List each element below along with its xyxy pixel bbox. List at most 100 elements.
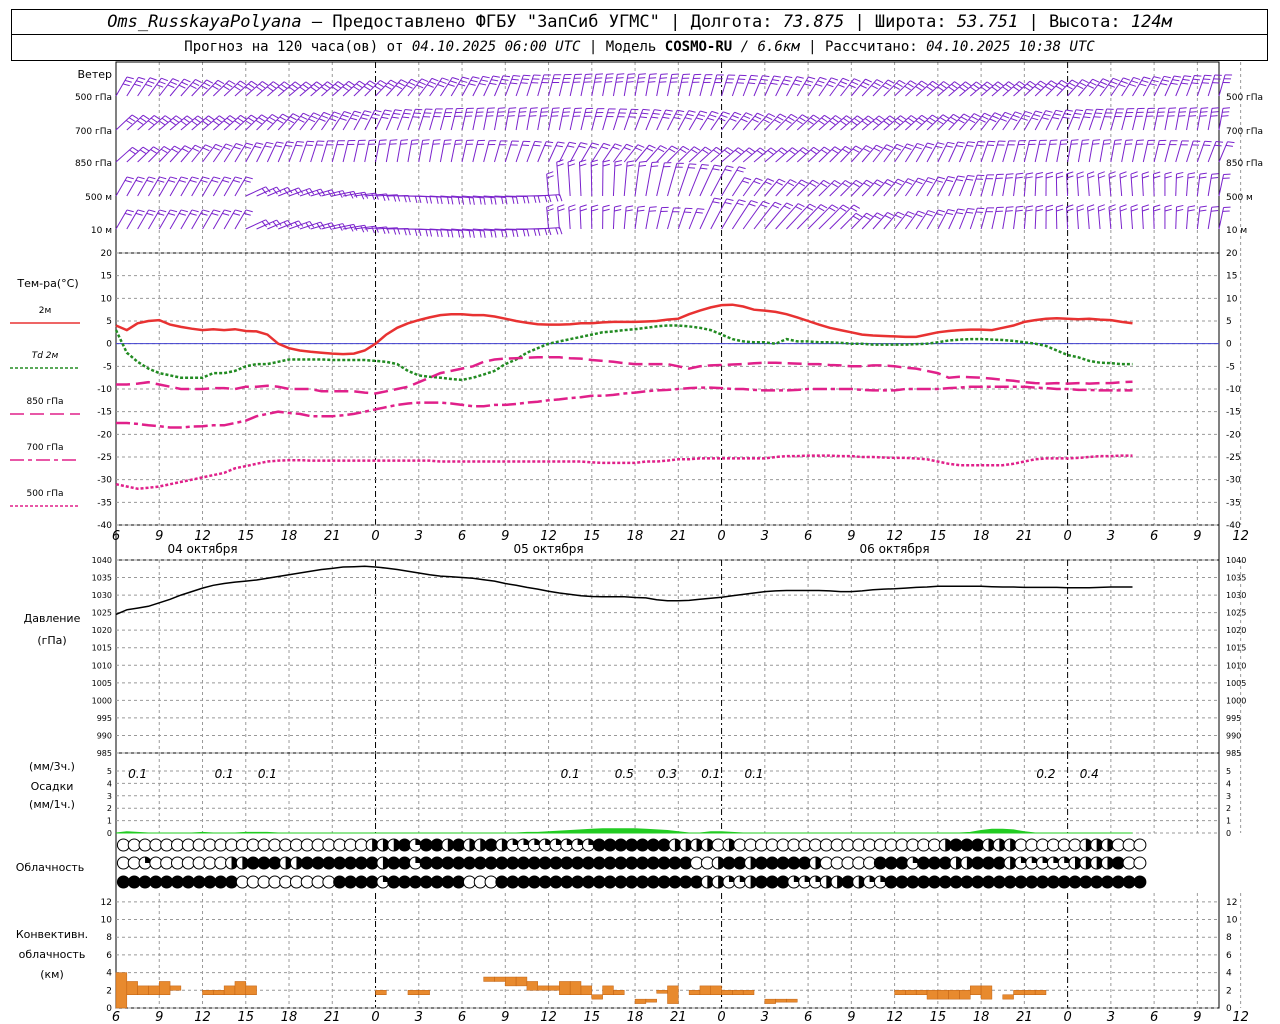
wind-barb-flag bbox=[1036, 172, 1044, 175]
conv-bar bbox=[894, 990, 906, 995]
wind-barb-flag bbox=[943, 81, 950, 86]
wind-barb-flag bbox=[364, 110, 372, 113]
cloud-symbol bbox=[592, 838, 606, 852]
wind-barb-flag bbox=[235, 143, 243, 147]
wind-barb bbox=[1132, 108, 1139, 131]
wind-barb-flag bbox=[189, 85, 197, 90]
cloud-circle bbox=[830, 856, 844, 870]
cloud-circle bbox=[300, 875, 314, 889]
wind-barb-flag bbox=[403, 112, 411, 115]
wind-barb-flag bbox=[865, 145, 873, 150]
wind-barb-flag bbox=[462, 76, 470, 80]
wind-barb-flag bbox=[863, 182, 871, 187]
cloud-symbol bbox=[863, 838, 877, 852]
wind-barb-flag bbox=[400, 139, 409, 141]
cloud-symbol bbox=[560, 875, 574, 889]
wind-barb-flag bbox=[935, 212, 943, 216]
wind-barb-flag bbox=[639, 116, 648, 119]
cloud-symbol bbox=[322, 856, 336, 870]
conv-bar bbox=[948, 990, 960, 1000]
wind-barb-flag bbox=[168, 179, 176, 183]
wind-barb-flag bbox=[548, 228, 552, 236]
wind-barb-flag bbox=[167, 84, 175, 89]
wind-barb-flag bbox=[832, 117, 839, 123]
wind-barb-flag bbox=[164, 115, 172, 121]
cloud-symbol bbox=[138, 875, 152, 889]
wind-barb bbox=[148, 209, 160, 230]
conv-tick: 0 bbox=[106, 1004, 112, 1014]
wind-barb-flag bbox=[136, 120, 144, 125]
conv-tick-right: 8 bbox=[1226, 933, 1232, 943]
wind-barb-flag bbox=[976, 144, 984, 147]
wind-barb-flag bbox=[781, 147, 788, 153]
wind-barb bbox=[504, 140, 513, 163]
wind-barb-flag bbox=[815, 83, 823, 87]
wind-barb bbox=[667, 163, 678, 197]
wind-barb-flag bbox=[1109, 175, 1117, 179]
cloud-symbol bbox=[495, 856, 509, 870]
time-tick-label: 9 bbox=[501, 529, 509, 544]
wind-barb-flag bbox=[980, 86, 988, 92]
wind-barb bbox=[623, 144, 639, 163]
wind-barb-flag bbox=[963, 113, 971, 118]
wind-barb-flag bbox=[853, 204, 861, 209]
cloud-symbol bbox=[895, 875, 909, 889]
wind-barb bbox=[1023, 110, 1036, 131]
wind-barb-flag bbox=[946, 179, 954, 183]
wind-barb bbox=[245, 219, 266, 230]
cloud-symbol bbox=[819, 875, 833, 889]
wind-barb-flag bbox=[489, 82, 497, 85]
cloud-symbol bbox=[938, 856, 952, 870]
wind-barb bbox=[602, 108, 610, 131]
wind-barb-flag bbox=[492, 75, 500, 78]
wind-barb-flag bbox=[971, 116, 978, 121]
cloud-symbol bbox=[722, 856, 736, 870]
wind-barb bbox=[612, 74, 618, 97]
wind-barb-flag bbox=[957, 175, 965, 178]
cloud-circle bbox=[181, 856, 195, 870]
wind-barb-flag bbox=[1120, 175, 1127, 179]
cloud-symbol bbox=[441, 856, 455, 870]
cloud-symbol bbox=[1090, 838, 1104, 852]
wind-barb-flag bbox=[1211, 111, 1219, 113]
wind-barb-flag bbox=[214, 82, 222, 87]
wind-barb-flag bbox=[384, 109, 392, 112]
wind-barb-flag bbox=[307, 140, 315, 143]
wind-barb-flag bbox=[1102, 78, 1110, 82]
wind-barb-flag bbox=[124, 212, 132, 216]
wind-barb bbox=[353, 110, 365, 131]
wind-barb bbox=[991, 140, 1000, 163]
wind-barb-flag bbox=[371, 193, 375, 201]
cloud-circle bbox=[603, 838, 617, 852]
wind-barb-flag bbox=[483, 197, 486, 205]
wind-barb-flag bbox=[820, 149, 828, 154]
wind-barb-flag bbox=[1043, 113, 1051, 117]
wind-barb-flag bbox=[1092, 78, 1100, 83]
cloud-symbol bbox=[549, 856, 563, 870]
precip-tick: 1 bbox=[107, 817, 112, 826]
wind-barb-flag bbox=[310, 86, 317, 92]
wind-barb-flag bbox=[641, 112, 649, 115]
wind-barb-flag bbox=[149, 77, 157, 81]
conv-tick: 2 bbox=[106, 986, 112, 996]
cloud-circle bbox=[192, 838, 206, 852]
wind-barb-flag bbox=[226, 117, 233, 123]
conv-bar bbox=[926, 990, 939, 1000]
wind-barb-flag bbox=[1004, 111, 1012, 116]
wind-barb-flag bbox=[1087, 171, 1095, 175]
conv-bar bbox=[483, 976, 495, 982]
cloud-symbol bbox=[581, 856, 595, 870]
wind-barb-flag bbox=[1056, 171, 1064, 175]
wind-barb-flag bbox=[1211, 177, 1219, 179]
wind-barb-flag bbox=[444, 139, 452, 141]
wind-barb-flag bbox=[461, 197, 465, 205]
wind-barb-flag bbox=[213, 176, 221, 180]
cloud-symbol bbox=[949, 875, 963, 889]
cloud-symbol bbox=[1100, 856, 1114, 870]
time-tick-label: 15 bbox=[237, 529, 254, 544]
wind-barb-flag bbox=[850, 120, 858, 126]
wind-barb-flag bbox=[160, 148, 168, 154]
wind-barb-flag bbox=[711, 110, 719, 114]
wind-barb-flag bbox=[883, 120, 890, 126]
wind-barb-flag bbox=[1163, 75, 1171, 79]
